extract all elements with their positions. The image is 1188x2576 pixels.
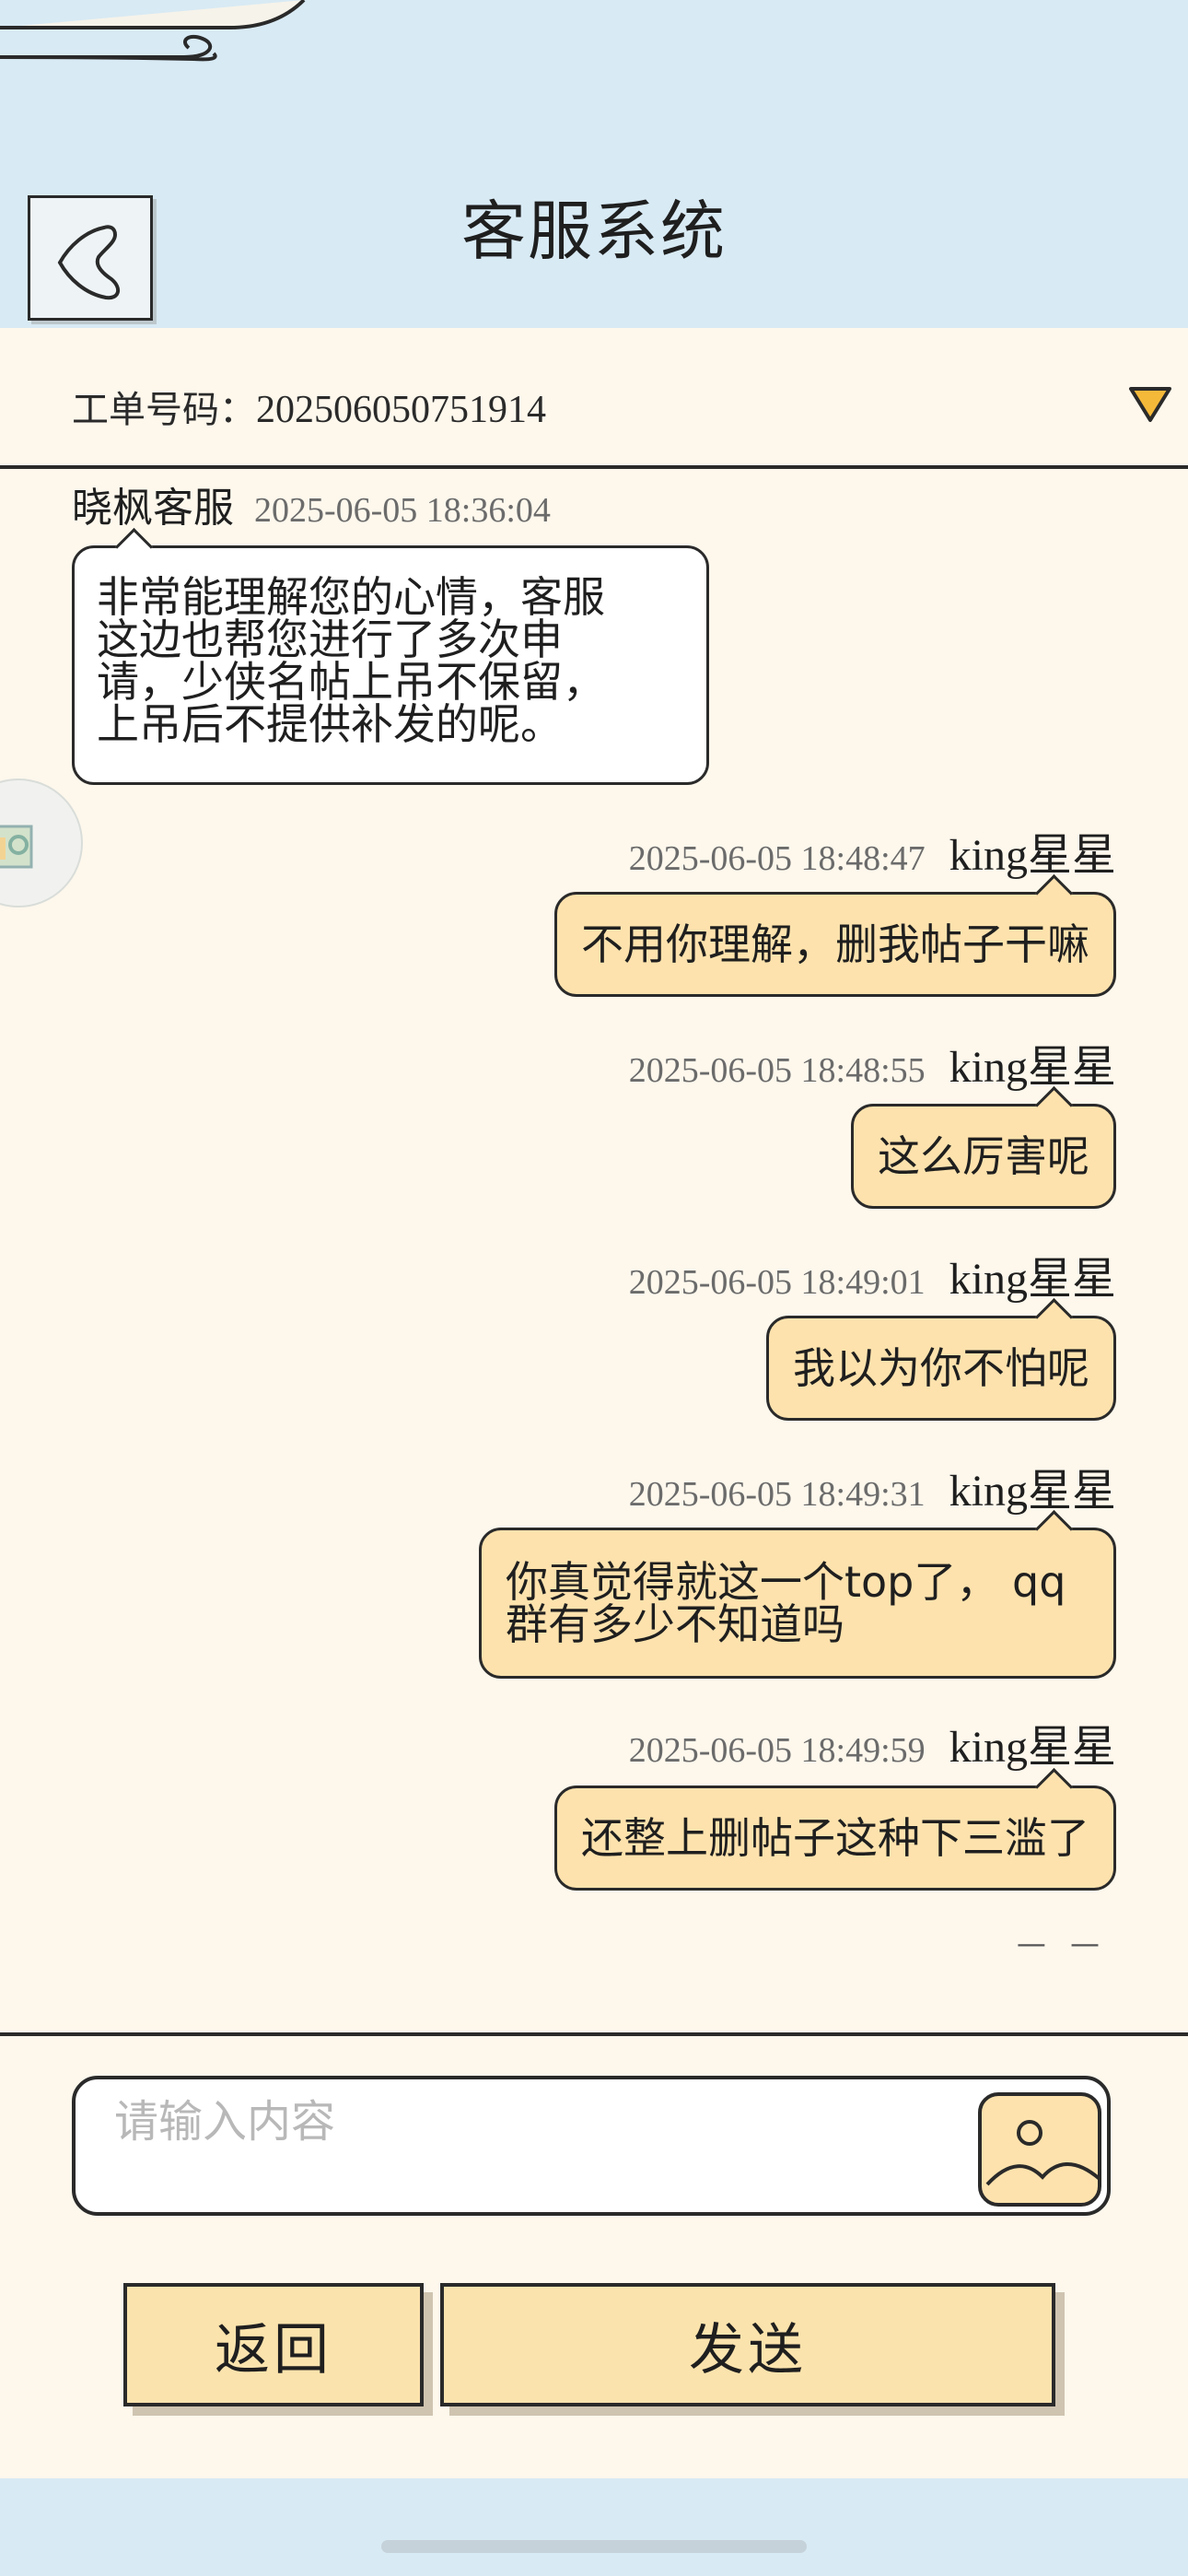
user-name: king星星 — [949, 831, 1116, 880]
ticket-label: 工单号码： — [72, 389, 256, 431]
user-message-meta: 2025-06-05 18:49:01 king星星 — [629, 1242, 1116, 1306]
user-message-bubble: 不用你理解，删我帖子干嘛 — [554, 873, 1116, 997]
message-line: 你真觉得就这一个top了， qq — [506, 1557, 1066, 1607]
user-message-meta: 2025-06-05 18:49:59 king星星 — [629, 1710, 1116, 1774]
user-name: king星星 — [949, 1043, 1116, 1092]
agent-name: 晓枫客服 — [72, 485, 234, 532]
user-message-meta: 2025-06-05 18:49:31 king星星 — [629, 1454, 1116, 1518]
floating-widget-button[interactable] — [0, 779, 83, 907]
user-message-bubble: 我以为你不怕呢 — [766, 1297, 1116, 1421]
message-time: 2025-06-05 18:49:01 — [628, 1263, 926, 1302]
message-time: 2025-06-05 18:48:47 — [628, 839, 926, 878]
message-line: 请，少侠名帖上吊不保留， — [97, 657, 605, 707]
agent-message-bubble: 非常能理解您的心情，客服 这边也帮您进行了多次申 请，少侠名帖上吊不保留， 上吊… — [72, 527, 709, 785]
message-line: 不用你理解，删我帖子干嘛 — [581, 919, 1089, 969]
message-time: 2025-06-05 18:49:59 — [628, 1731, 926, 1770]
user-message-meta: 2025-06-05 18:48:55 king星星 — [629, 1030, 1116, 1095]
message-line: 还整上删帖子这种下三滥了 — [581, 1813, 1089, 1863]
user-name: king星星 — [949, 1467, 1116, 1516]
user-name: king星星 — [949, 1255, 1116, 1304]
agent-message-meta: 晓枫客服 2025-06-05 18:36:04 — [72, 474, 551, 533]
image-upload-button[interactable] — [978, 2092, 1101, 2207]
header-bar: 客服系统 — [0, 0, 1188, 328]
home-indicator[interactable] — [381, 2540, 807, 2553]
message-input[interactable] — [112, 2089, 945, 2155]
ticket-number: 202506050751914 — [256, 389, 546, 431]
message-time: 2025-06-05 18:36:04 — [254, 491, 551, 530]
message-time: 2025-06-05 18:48:55 — [628, 1051, 926, 1090]
typing-indicator: — — — [1016, 1926, 1107, 1961]
divider-bottom — [0, 2032, 1188, 2036]
triangle-down-icon[interactable] — [1127, 385, 1173, 426]
message-line: 这么厉害呢 — [878, 1131, 1089, 1181]
divider-top — [0, 465, 1188, 469]
page-title: 客服系统 — [461, 193, 727, 269]
floating-widget-icon — [0, 825, 33, 869]
user-message-bubble: 你真觉得就这一个top了， qq 群有多少不知道吗 — [479, 1509, 1116, 1679]
user-message-bubble: 这么厉害呢 — [851, 1085, 1116, 1209]
message-line: 非常能理解您的心情，客服 — [97, 572, 605, 622]
user-name: king星星 — [949, 1723, 1116, 1772]
user-message-meta: 2025-06-05 18:48:47 king星星 — [629, 818, 1116, 883]
message-time: 2025-06-05 18:49:31 — [628, 1475, 926, 1514]
image-picture-icon — [985, 2120, 1101, 2186]
ticket-number-row: 工单号码：202506050751914 — [72, 380, 546, 433]
message-composer — [72, 2076, 1111, 2216]
message-line: 这边也帮您进行了多次申 — [97, 615, 563, 664]
footer-bar — [0, 2478, 1188, 2576]
user-message-bubble: 还整上删帖子这种下三滥了 — [554, 1767, 1116, 1891]
return-button[interactable]: 返回 — [123, 2283, 424, 2406]
message-line: 我以为你不怕呢 — [793, 1343, 1089, 1393]
message-line: 群有多少不知道吗 — [506, 1599, 844, 1649]
send-button[interactable]: 发送 — [440, 2283, 1055, 2406]
message-line: 上吊后不提供补发的呢。 — [97, 699, 563, 749]
cloud-decoration-icon — [0, 0, 306, 62]
